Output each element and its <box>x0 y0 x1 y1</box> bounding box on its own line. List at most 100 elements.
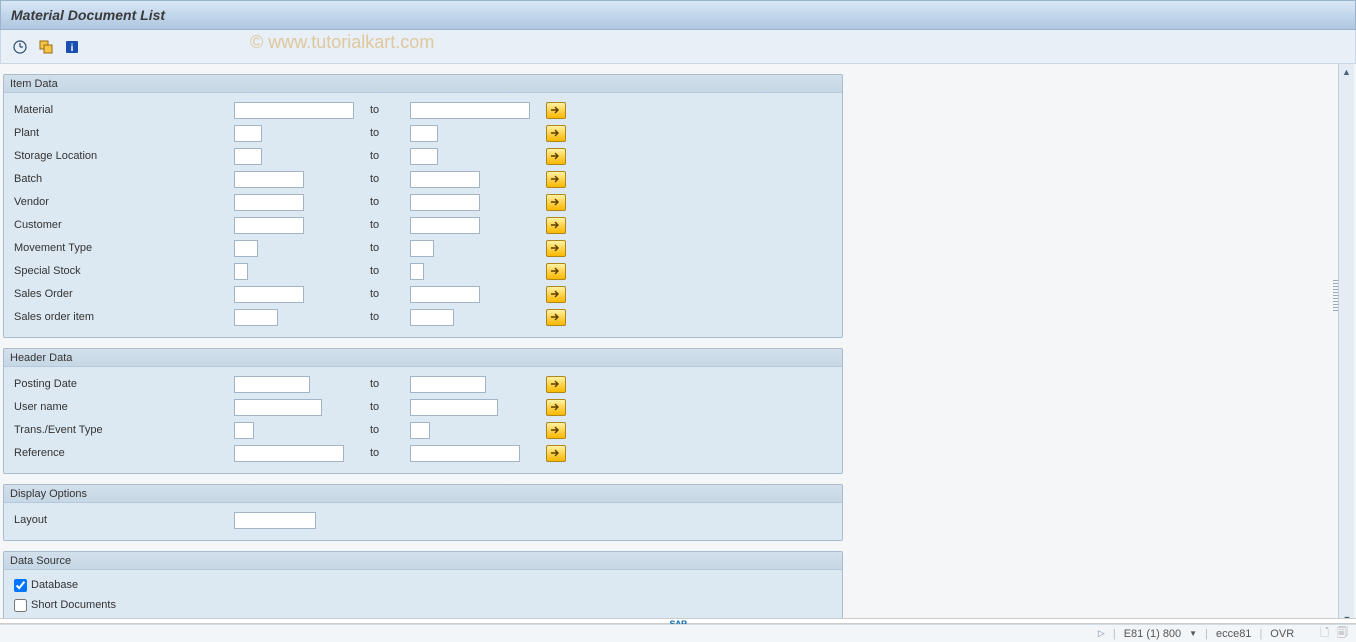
to-input[interactable] <box>410 263 424 280</box>
field-row: Storage Location to <box>14 145 832 167</box>
dropdown-icon[interactable]: ▼ <box>1189 629 1197 638</box>
to-input[interactable] <box>410 399 498 416</box>
to-label: to <box>370 401 410 413</box>
toolbar: i <box>0 30 1356 64</box>
from-input[interactable] <box>234 422 254 439</box>
multiple-selection-button[interactable] <box>546 240 566 257</box>
status-mode: OVR <box>1270 628 1294 640</box>
to-input[interactable] <box>410 125 438 142</box>
multiple-selection-button[interactable] <box>546 102 566 119</box>
layout-input[interactable] <box>234 512 316 529</box>
from-input[interactable] <box>234 125 262 142</box>
field-row: Trans./Event Type to <box>14 419 832 441</box>
field-label: Sales order item <box>14 311 234 323</box>
multiple-selection-button[interactable] <box>546 263 566 280</box>
multiple-selection-button[interactable] <box>546 217 566 234</box>
multiple-selection-button[interactable] <box>546 445 566 462</box>
data-source-group: Data SourceDatabaseShort DocumentsReread… <box>3 551 843 628</box>
multiple-selection-button[interactable] <box>546 286 566 303</box>
checkbox-label: Database <box>31 579 78 591</box>
checkbox[interactable] <box>14 579 27 592</box>
header-data-group: Header DataPosting DatetoUser nametoTran… <box>3 348 843 474</box>
to-input[interactable] <box>410 102 530 119</box>
field-row: Posting Dateto <box>14 373 832 395</box>
to-input[interactable] <box>410 217 480 234</box>
item-data-group-title: Item Data <box>4 75 842 93</box>
checkbox[interactable] <box>14 599 27 612</box>
to-label: to <box>370 311 410 323</box>
field-row: Movement Typeto <box>14 237 832 259</box>
to-label: to <box>370 219 410 231</box>
field-row: Sales order item to <box>14 306 832 328</box>
field-label: User name <box>14 401 234 413</box>
field-row: Sales Orderto <box>14 283 832 305</box>
to-label: to <box>370 378 410 390</box>
to-label: to <box>370 173 410 185</box>
multiple-selection-button[interactable] <box>546 148 566 165</box>
multiple-selection-button[interactable] <box>546 125 566 142</box>
field-label: Reference <box>14 447 234 459</box>
variant-icon[interactable] <box>37 38 55 56</box>
to-label: to <box>370 104 410 116</box>
page-title: Material Document List <box>11 7 165 23</box>
from-input[interactable] <box>234 263 248 280</box>
multiple-selection-button[interactable] <box>546 309 566 326</box>
checkbox-row: Short Documents <box>14 595 832 615</box>
vertical-scrollbar[interactable]: ▲ ▼ <box>1338 64 1354 628</box>
field-label: Trans./Event Type <box>14 424 234 436</box>
from-input[interactable] <box>234 445 344 462</box>
item-data-group: Item DataMaterialtoPlanttoStorage Locati… <box>3 74 843 338</box>
to-label: to <box>370 150 410 162</box>
field-row: Special Stockto <box>14 260 832 282</box>
to-label: to <box>370 447 410 459</box>
status-session: E81 (1) 800 <box>1124 628 1181 640</box>
to-input[interactable] <box>410 194 480 211</box>
multiple-selection-button[interactable] <box>546 171 566 188</box>
to-input[interactable] <box>410 422 430 439</box>
titlebar: Material Document List <box>0 0 1356 30</box>
multiple-selection-button[interactable] <box>546 194 566 211</box>
header-data-group-title: Header Data <box>4 349 842 367</box>
to-input[interactable] <box>410 445 520 462</box>
multiple-selection-button[interactable] <box>546 422 566 439</box>
field-label: Customer <box>14 219 234 231</box>
to-label: to <box>370 127 410 139</box>
status-nav-icon[interactable]: ▷ <box>1098 628 1105 639</box>
splitter-handle[interactable] <box>1333 280 1338 312</box>
field-label: Layout <box>14 514 234 526</box>
from-input[interactable] <box>234 376 310 393</box>
to-input[interactable] <box>410 376 486 393</box>
from-input[interactable] <box>234 399 322 416</box>
scroll-up-icon[interactable]: ▲ <box>1340 65 1354 79</box>
multiple-selection-button[interactable] <box>546 399 566 416</box>
field-row: Customer to <box>14 214 832 236</box>
field-label: Storage Location <box>14 150 234 162</box>
to-input[interactable] <box>410 286 480 303</box>
to-label: to <box>370 424 410 436</box>
from-input[interactable] <box>234 171 304 188</box>
status-tool2-icon[interactable]: 🗐 <box>1337 624 1348 642</box>
from-input[interactable] <box>234 286 304 303</box>
status-tool1-icon[interactable]: 🗋 <box>1320 624 1329 642</box>
from-input[interactable] <box>234 217 304 234</box>
from-input[interactable] <box>234 102 354 119</box>
to-label: to <box>370 288 410 300</box>
from-input[interactable] <box>234 148 262 165</box>
field-row: Batchto <box>14 168 832 190</box>
multiple-selection-button[interactable] <box>546 376 566 393</box>
from-input[interactable] <box>234 240 258 257</box>
display-options-group: Display OptionsLayout <box>3 484 843 541</box>
execute-icon[interactable] <box>11 38 29 56</box>
to-input[interactable] <box>410 309 454 326</box>
info-icon[interactable]: i <box>63 38 81 56</box>
field-label: Movement Type <box>14 242 234 254</box>
to-input[interactable] <box>410 240 434 257</box>
checkbox-label: Short Documents <box>31 599 116 611</box>
from-input[interactable] <box>234 194 304 211</box>
field-row: User name to <box>14 396 832 418</box>
from-input[interactable] <box>234 309 278 326</box>
field-label: Plant <box>14 127 234 139</box>
field-row: Plant to <box>14 122 832 144</box>
to-input[interactable] <box>410 171 480 188</box>
to-input[interactable] <box>410 148 438 165</box>
